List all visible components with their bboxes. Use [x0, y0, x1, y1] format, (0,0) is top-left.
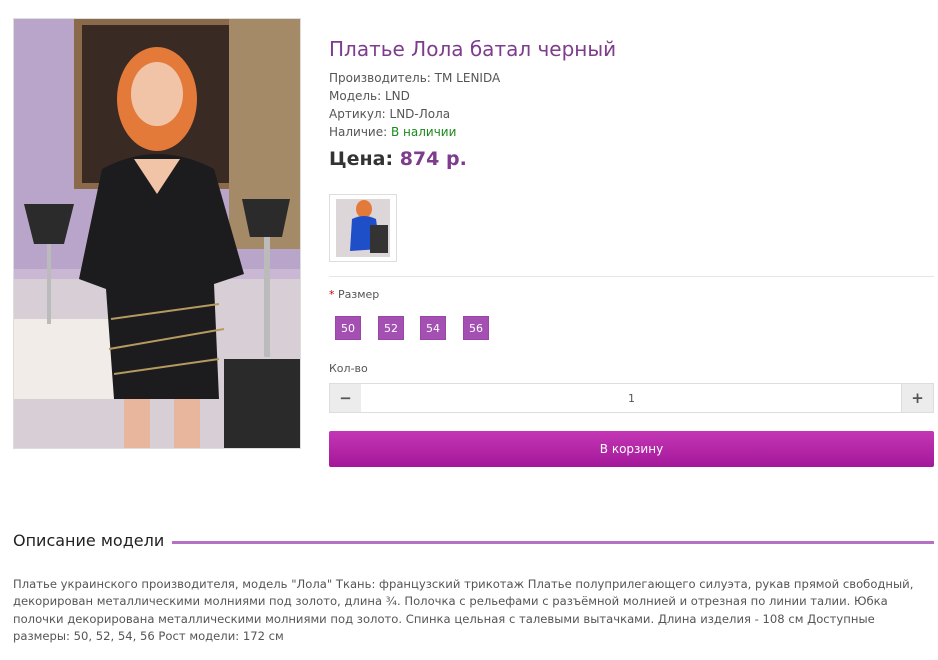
description-heading: Описание модели: [13, 531, 173, 550]
size-option-54[interactable]: 54: [420, 316, 446, 340]
product-title: Платье Лола батал черный: [329, 37, 617, 61]
product-main-image[interactable]: [13, 18, 301, 449]
price-label: Цена:: [329, 148, 394, 170]
minus-icon: −: [339, 389, 352, 407]
manufacturer-row: Производитель: TM LENIDA: [329, 71, 500, 85]
sku-value: LND-Лола: [389, 107, 451, 121]
price-value: 874 р.: [399, 148, 467, 170]
stock-label: Наличие:: [329, 125, 388, 139]
quantity-decrease-button[interactable]: −: [330, 384, 362, 412]
manufacturer-value[interactable]: TM LENIDA: [435, 71, 501, 85]
sku-label: Артикул:: [329, 107, 386, 121]
size-label: * Размер: [329, 288, 379, 301]
model-row: Модель: LND: [329, 89, 410, 103]
stock-status: В наличии: [391, 125, 457, 139]
size-option-56[interactable]: 56: [463, 316, 489, 340]
size-option-50[interactable]: 50: [335, 316, 361, 340]
sku-row: Артикул: LND-Лола: [329, 107, 450, 121]
size-option-52[interactable]: 52: [378, 316, 404, 340]
add-to-cart-button[interactable]: В корзину: [329, 431, 934, 467]
quantity-stepper: − +: [329, 383, 934, 413]
product-thumbnail[interactable]: [329, 194, 397, 262]
required-mark: *: [329, 288, 335, 301]
plus-icon: +: [911, 389, 924, 407]
size-label-text: Размер: [338, 288, 380, 301]
divider: [329, 276, 934, 277]
quantity-label: Кол-во: [329, 362, 368, 375]
model-value: LND: [385, 89, 410, 103]
quantity-increase-button[interactable]: +: [901, 384, 933, 412]
manufacturer-label: Производитель:: [329, 71, 431, 85]
model-label: Модель:: [329, 89, 382, 103]
description-text: Платье украинского производителя, модель…: [13, 577, 914, 644]
quantity-input[interactable]: [361, 384, 902, 412]
price-row: Цена: 874 р.: [329, 148, 467, 170]
stock-row: Наличие: В наличии: [329, 125, 456, 139]
